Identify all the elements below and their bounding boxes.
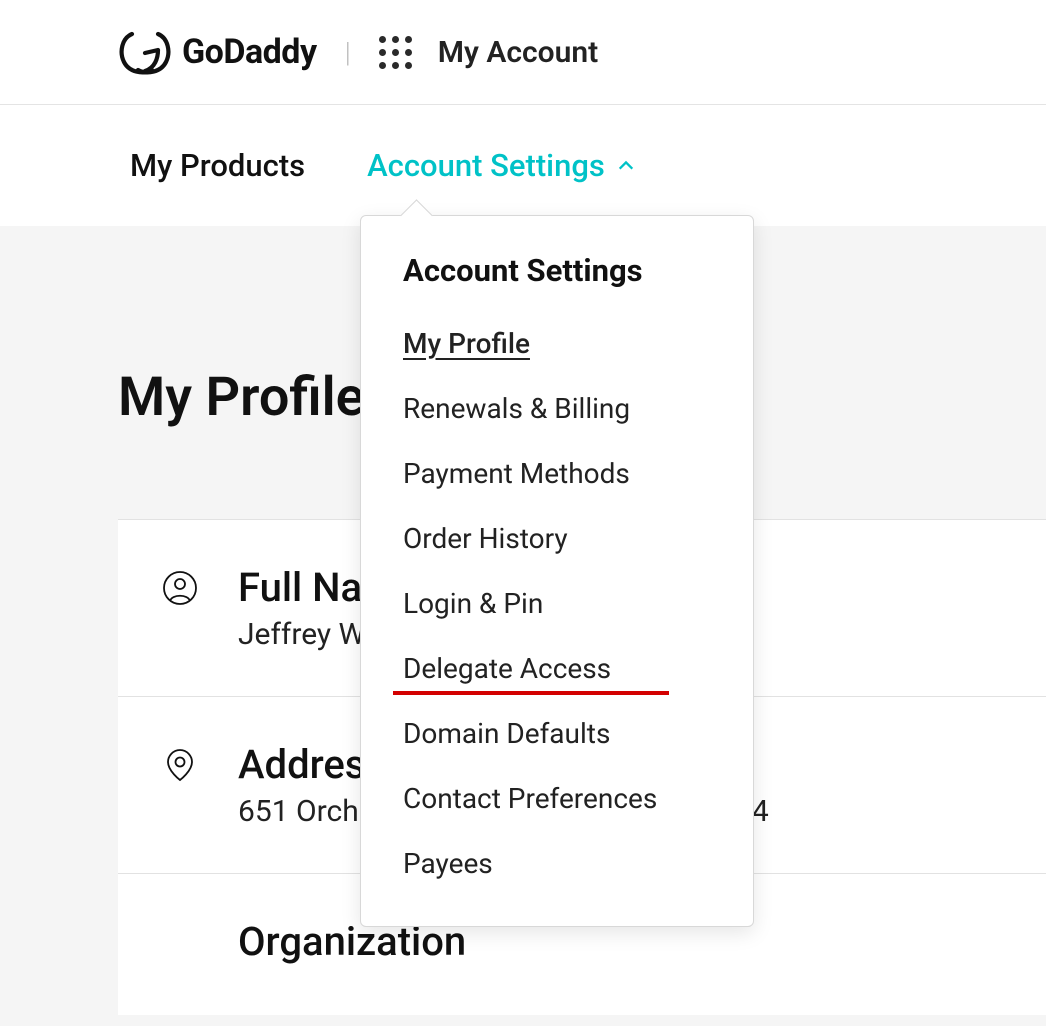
dropdown-item-payees[interactable]: Payees [361, 831, 753, 896]
brand-logo[interactable]: GoDaddy [118, 28, 317, 76]
nav-account-settings[interactable]: Account Settings [367, 147, 635, 184]
chevron-up-icon [617, 157, 635, 175]
apps-grid-icon[interactable] [379, 36, 412, 69]
dropdown-item-my-profile[interactable]: My Profile [361, 311, 753, 376]
secondary-nav: My Products Account Settings [0, 105, 1046, 226]
godaddy-logo-icon [118, 28, 172, 76]
dropdown-title: Account Settings [361, 252, 753, 311]
header-bar: GoDaddy | My Account [0, 0, 1046, 105]
dropdown-item-domain-defaults[interactable]: Domain Defaults [361, 701, 753, 766]
account-settings-dropdown: Account Settings My Profile Renewals & B… [360, 215, 754, 927]
dropdown-item-delegate-access[interactable]: Delegate Access [361, 636, 753, 701]
dropdown-item-contact-preferences[interactable]: Contact Preferences [361, 766, 753, 831]
nav-my-products[interactable]: My Products [130, 147, 305, 184]
location-pin-icon [162, 747, 198, 783]
my-account-label[interactable]: My Account [438, 35, 598, 70]
dropdown-item-renewals-billing[interactable]: Renewals & Billing [361, 376, 753, 441]
brand-name: GoDaddy [182, 32, 317, 72]
user-icon [162, 570, 198, 606]
divider: | [345, 36, 351, 69]
dropdown-item-payment-methods[interactable]: Payment Methods [361, 441, 753, 506]
dropdown-item-login-pin[interactable]: Login & Pin [361, 571, 753, 636]
nav-account-settings-label: Account Settings [367, 147, 605, 184]
dropdown-item-order-history[interactable]: Order History [361, 506, 753, 571]
